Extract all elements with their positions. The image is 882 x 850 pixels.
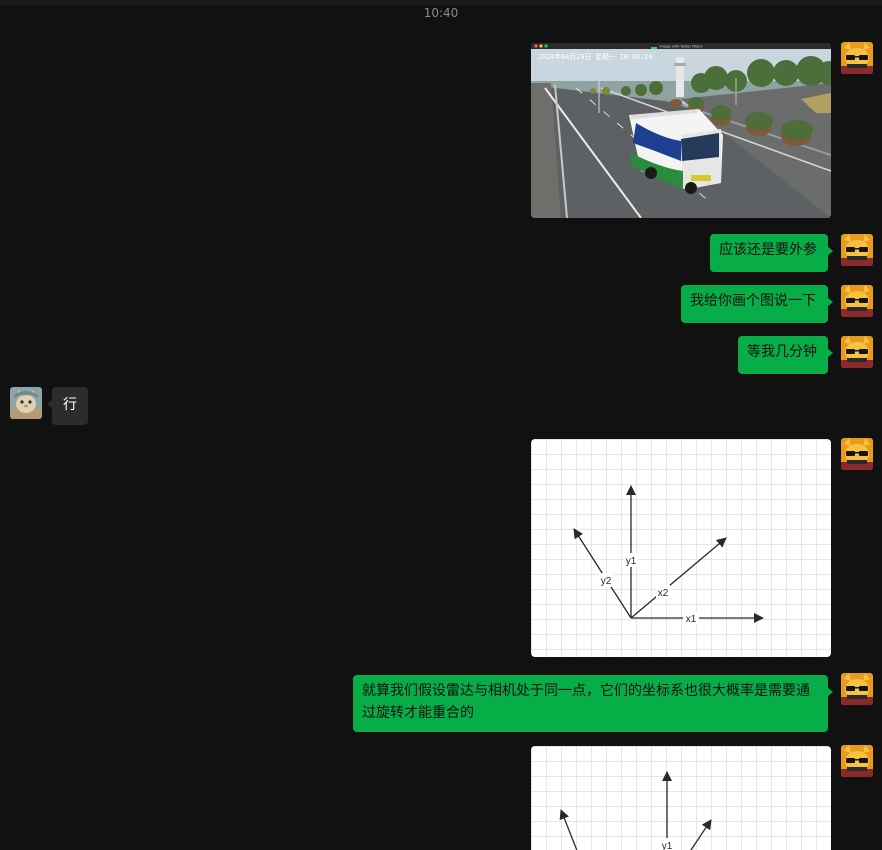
- cartoon-avatar-icon: [841, 673, 873, 705]
- my-avatar[interactable]: [841, 234, 873, 266]
- my-message-bubble[interactable]: 应该还是要外参: [710, 234, 833, 272]
- photo-window-title: image with faster filters: [660, 45, 703, 49]
- y1-label: y1: [626, 556, 637, 567]
- cartoon-avatar-icon: [841, 42, 873, 74]
- my-avatar[interactable]: [841, 285, 873, 317]
- cartoon-avatar-icon: [841, 285, 873, 317]
- my-avatar[interactable]: [841, 438, 873, 470]
- left-axis-arrow: [559, 809, 578, 850]
- axes-diagram: x1 y1 x2 y2: [573, 485, 764, 625]
- cartoon-avatar-icon: [841, 234, 873, 266]
- axes-diagram-2: y1: [559, 771, 712, 850]
- y2-label: y2: [601, 576, 612, 587]
- cartoon-avatar-icon: [841, 438, 873, 470]
- x2-label: x2: [658, 588, 669, 599]
- my-message-bubble[interactable]: 等我几分钟: [738, 336, 833, 374]
- photo-message-bus-highway[interactable]: image with faster filters 2024年04月29日 星期…: [531, 43, 831, 218]
- x1-label: x1: [686, 614, 697, 625]
- highway-photo-image: image with faster filters 2024年04月29日 星期…: [531, 43, 831, 218]
- my-avatar[interactable]: [841, 745, 873, 777]
- x2-axis-arrow: [630, 537, 727, 619]
- my-message-bubble[interactable]: 就算我们假设雷达与相机处于同一点，它们的坐标系也很大概率是需要通过旋转才能重合的: [353, 675, 833, 732]
- my-message-bubble[interactable]: 我给你画个图说一下: [681, 285, 833, 323]
- my-avatar[interactable]: [841, 42, 873, 74]
- cat-photo-avatar-icon: [10, 387, 42, 419]
- message-timestamp: 10:40: [423, 6, 459, 20]
- contact-avatar[interactable]: [10, 387, 42, 419]
- contact-message-bubble[interactable]: 行: [47, 387, 88, 425]
- cartoon-avatar-icon: [841, 336, 873, 368]
- top-divider: [0, 0, 882, 5]
- my-avatar[interactable]: [841, 336, 873, 368]
- y1-label: y1: [662, 841, 673, 850]
- cartoon-avatar-icon: [841, 745, 873, 777]
- coordinate-diagram-image[interactable]: x1 y1 x2 y2: [531, 439, 831, 657]
- coordinate-diagram-image-2[interactable]: y1: [531, 746, 831, 850]
- camera-timestamp-overlay: 2024年04月29日 星期一 10:06:24: [538, 52, 652, 61]
- my-avatar[interactable]: [841, 673, 873, 705]
